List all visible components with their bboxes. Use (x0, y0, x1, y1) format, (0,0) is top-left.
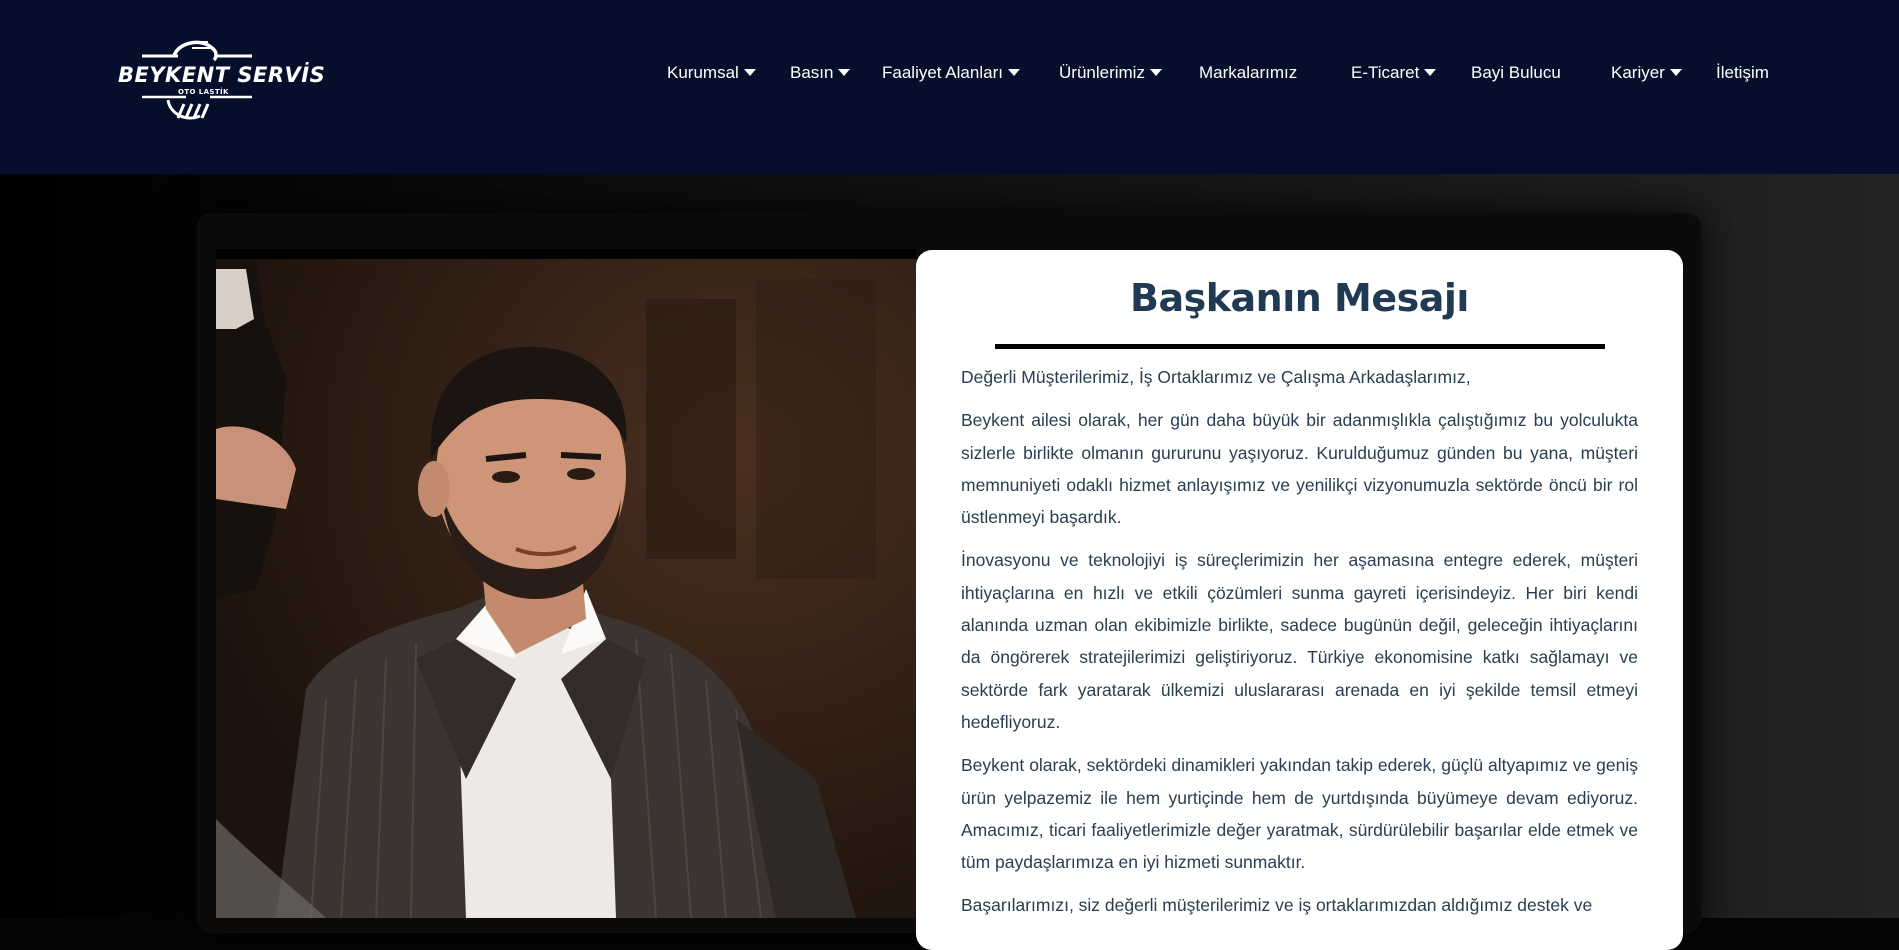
nav-item-e-ticaret[interactable]: E-Ticaret (1351, 61, 1437, 85)
chevron-down-icon (1669, 69, 1682, 77)
nav-item-urunlerimiz[interactable]: Ürünlerimiz (1059, 61, 1162, 85)
chevron-down-icon (1007, 69, 1020, 77)
nav-item-label: Basın (790, 63, 834, 82)
message-body: Değerli Müşterilerimiz, İş Ortaklarımız … (961, 361, 1638, 933)
nav-item-faaliyet-alanlari[interactable]: Faaliyet Alanları (882, 61, 1020, 85)
chevron-down-icon (743, 69, 756, 77)
chevron-down-icon (838, 69, 851, 77)
chevron-down-icon (1149, 69, 1162, 77)
president-photo (216, 259, 916, 918)
nav-item-label: Markalarımız (1199, 63, 1298, 82)
nav-item-label: Faaliyet Alanları (882, 63, 1003, 82)
nav-item-label: Kurumsal (667, 63, 739, 82)
nav-item-bayi-bulucu[interactable]: Bayi Bulucu (1471, 61, 1561, 85)
site-header: BEYKENT SERVİS OTO LASTİK Kurumsal Basın… (0, 0, 1899, 174)
portrait-illustration (216, 259, 916, 918)
message-paragraph: Beykent olarak, sektördeki dinamikleri y… (961, 755, 1638, 873)
message-paragraph: Başarılarımızı, siz değerli müşterilerim… (961, 895, 1593, 916)
main-nav: Kurumsal Basın Faaliyet Alanları Ürünler… (0, 61, 1899, 85)
nav-item-basin[interactable]: Basın (790, 61, 851, 85)
nav-item-label: İletişim (1716, 63, 1769, 82)
nav-item-kariyer[interactable]: Kariyer (1611, 61, 1682, 85)
nav-item-kurumsal[interactable]: Kurumsal (667, 61, 756, 85)
page-title: Başkanın Mesajı (1130, 276, 1469, 320)
president-message-card: Başkanın Mesajı Değerli Müşterilerimiz, … (916, 250, 1683, 950)
nav-item-label: Kariyer (1611, 63, 1665, 82)
message-paragraph: Beykent ailesi olarak, her gün daha büyü… (961, 410, 1638, 528)
message-paragraph: Değerli Müşterilerimiz, İş Ortaklarımız … (961, 367, 1471, 387)
photo-border (216, 249, 916, 259)
nav-item-markalarimiz[interactable]: Markalarımız (1199, 61, 1297, 85)
nav-item-label: E-Ticaret (1351, 63, 1420, 82)
nav-item-iletisim[interactable]: İletişim (1716, 61, 1769, 85)
brand-tagline: OTO LASTİK (178, 88, 229, 96)
nav-item-label: Bayi Bulucu (1471, 63, 1561, 82)
message-paragraph: İnovasyonu ve teknolojiyi iş süreçlerimi… (961, 550, 1638, 732)
title-divider (995, 344, 1605, 349)
nav-item-label: Ürünlerimiz (1059, 63, 1145, 82)
chevron-down-icon (1424, 69, 1437, 77)
